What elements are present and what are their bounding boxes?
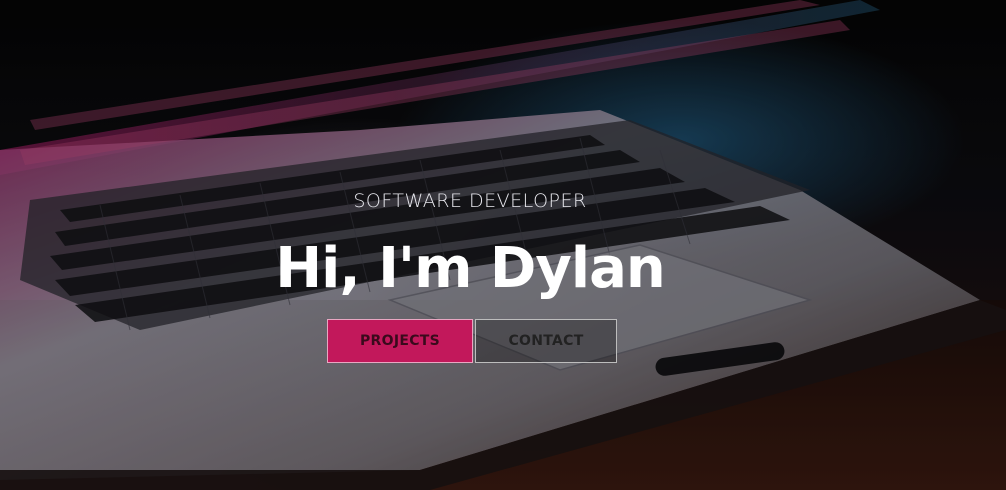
hero-section: SOFTWARE DEVELOPER Hi, I'm Dylan PROJECT… (0, 0, 1006, 490)
contact-button[interactable]: CONTACT (475, 319, 617, 363)
projects-button[interactable]: PROJECTS (327, 319, 473, 363)
hero-title: Hi, I'm Dylan (275, 236, 666, 301)
hero-content: SOFTWARE DEVELOPER Hi, I'm Dylan PROJECT… (0, 0, 1006, 490)
hero-subtitle: SOFTWARE DEVELOPER (353, 190, 587, 212)
